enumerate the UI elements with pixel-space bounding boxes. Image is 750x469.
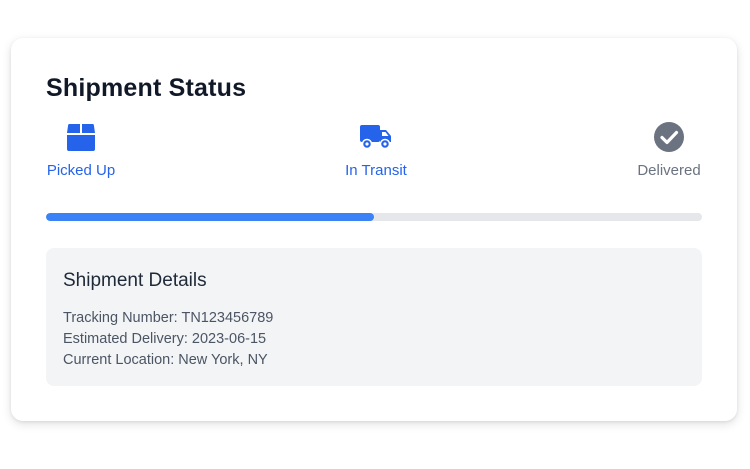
current-location: Current Location: New York, NY: [63, 352, 268, 368]
step-label-delivered: Delivered: [637, 162, 701, 179]
step-picked-up: Picked Up: [46, 120, 116, 179]
progress-bar: [46, 213, 702, 221]
step-delivered: Delivered: [633, 120, 705, 179]
progress-bar-fill: [46, 213, 374, 221]
shipment-details-panel: Shipment Details Tracking Number: TN1234…: [46, 248, 702, 386]
details-lines: Tracking Number: TN123456789 Estimated D…: [63, 308, 273, 371]
page-title: Shipment Status: [46, 74, 247, 102]
check-circle-icon: [652, 120, 686, 154]
step-in-transit: In Transit: [339, 120, 413, 179]
details-heading: Shipment Details: [63, 270, 207, 291]
truck-icon: [359, 120, 393, 154]
tracking-number: Tracking Number: TN123456789: [63, 310, 274, 326]
step-label-in-transit: In Transit: [345, 162, 407, 179]
shipment-status-card: Shipment Status Picked Up In Transit Del…: [11, 38, 737, 421]
step-label-picked-up: Picked Up: [46, 162, 116, 179]
box-icon: [64, 120, 98, 154]
estimated-delivery: Estimated Delivery: 2023-06-15: [63, 331, 267, 347]
